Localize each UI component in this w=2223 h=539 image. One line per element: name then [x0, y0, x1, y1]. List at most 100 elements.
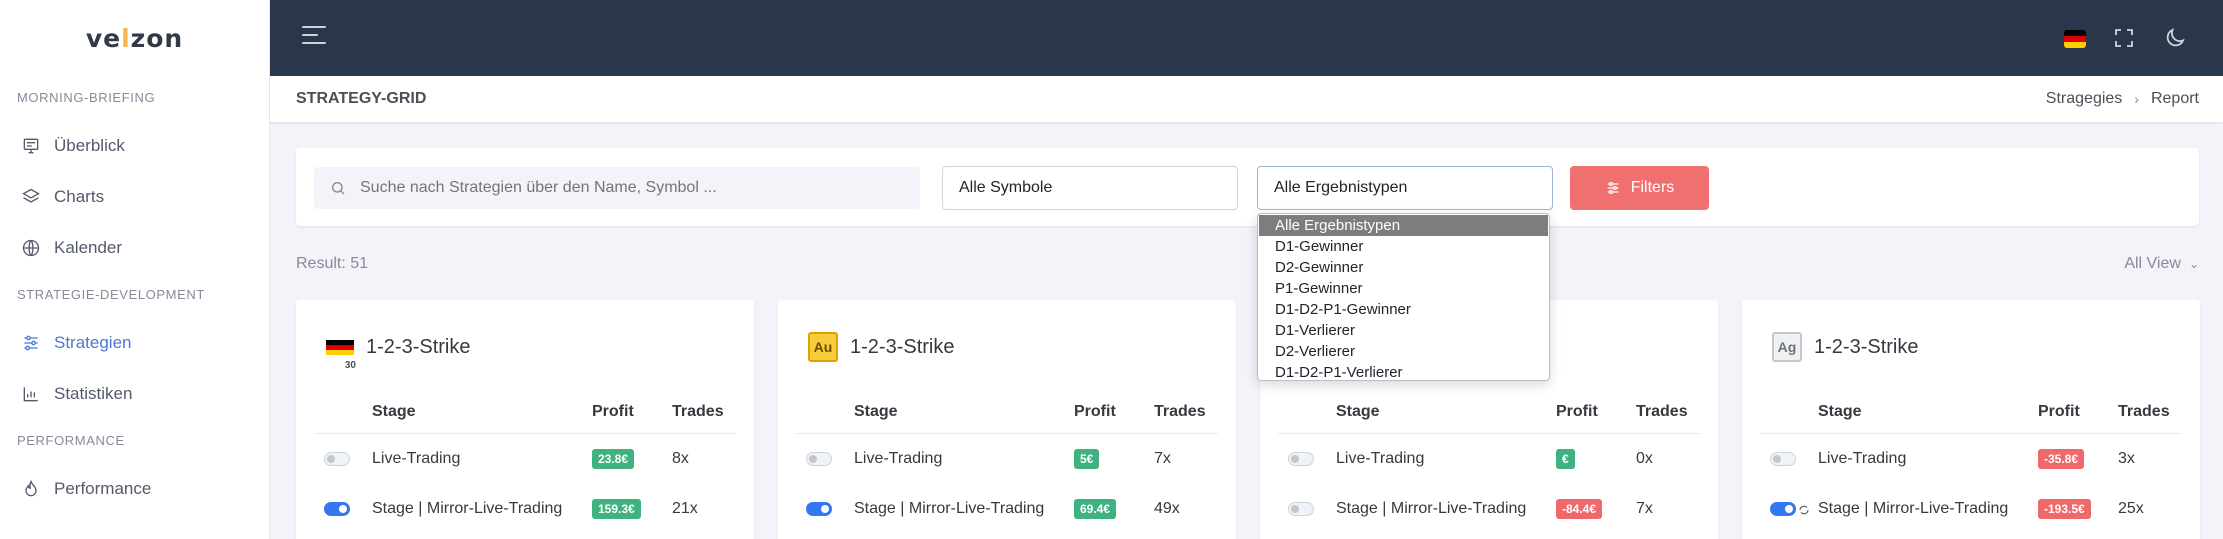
search-box[interactable]: [314, 167, 920, 209]
dropdown-option[interactable]: D1-Verlierer: [1259, 320, 1548, 341]
hamburger-menu-icon[interactable]: [302, 26, 326, 48]
breadcrumb: Stragegies › Report: [2046, 90, 2199, 108]
search-input[interactable]: [360, 179, 900, 197]
result-type-select-value: Alle Ergebnistypen: [1274, 179, 1408, 196]
sidebar-item-label: Statistiken: [54, 383, 133, 403]
stage-name: Live-Trading: [372, 450, 461, 467]
german-flag-icon[interactable]: [2064, 30, 2086, 48]
page-title-bar: STRATEGY-GRID Stragegies › Report: [270, 76, 2223, 122]
filter-card: Alle Symbole Alle Ergebnistypen Filters: [296, 148, 2199, 226]
stage-toggle[interactable]: [806, 502, 832, 516]
stage-toggle[interactable]: [324, 452, 350, 466]
result-count: Result: 51: [296, 255, 369, 272]
table-row: Stage | Mirror-Live-Trading 159.3€ 21x: [314, 484, 736, 534]
dark-mode-moon-icon[interactable]: [2163, 26, 2187, 50]
stage-toggle[interactable]: [806, 452, 832, 466]
stage-table: Stage Profit Trades Live-Trading -35.8€ …: [1760, 390, 2182, 534]
sidebar-item-charts[interactable]: Charts: [0, 171, 269, 222]
stage-name: Stage | Mirror-Live-Trading: [1818, 500, 2009, 517]
stage-toggle[interactable]: [1770, 452, 1796, 466]
table-row: Live-Trading 5€ 7x: [796, 434, 1218, 484]
trades-count: 49x: [1154, 500, 1180, 517]
trades-count: 21x: [672, 500, 698, 517]
dropdown-option[interactable]: Alle Ergebnistypen: [1259, 215, 1548, 236]
trades-count: 25x: [2118, 500, 2144, 517]
menu-title-performance: PERFORMANCE: [17, 433, 125, 448]
filters-button[interactable]: Filters: [1570, 166, 1709, 210]
table-row: Stage | Mirror-Live-Trading -84.4€ 7x: [1278, 484, 1700, 534]
view-label: All View: [2124, 255, 2181, 272]
strategy-card[interactable]: Ag 1-2-3-Strike Stage Profit Trades Live…: [1742, 300, 2200, 539]
sidebar-item-kalender[interactable]: Kalender: [0, 222, 269, 273]
profit-badge: €: [1556, 449, 1575, 469]
symbol-select-value: Alle Symbole: [959, 179, 1053, 196]
globe-icon: [20, 237, 42, 259]
dropdown-option[interactable]: D1-D2-P1-Verlierer: [1259, 362, 1548, 383]
layers-icon: [20, 186, 42, 208]
profit-badge: 69.4€: [1074, 499, 1117, 519]
profit-badge: 5€: [1074, 449, 1100, 469]
stage-name: Stage | Mirror-Live-Trading: [372, 500, 563, 517]
chart-icon: [20, 383, 42, 405]
sidebar-item-statistiken[interactable]: Statistiken: [0, 368, 269, 419]
sidebar-item-label: Charts: [54, 186, 105, 206]
chevron-right-icon: ›: [2134, 91, 2139, 107]
chevron-down-icon: ⌄: [2188, 257, 2199, 271]
stage-table: Stage Profit Trades Live-Trading 5€ 7x S…: [796, 390, 1218, 534]
symbol-select[interactable]: Alle Symbole: [942, 166, 1238, 210]
card-title: 1-2-3-Strike: [366, 335, 471, 358]
sidebar-item-performance[interactable]: Performance: [0, 463, 269, 514]
card-header: Ag 1-2-3-Strike: [1772, 332, 1918, 362]
table-row: Stage | Mirror-Live-Trading 69.4€ 49x: [796, 484, 1218, 534]
strategy-card[interactable]: 30 1-2-3-Strike Stage Profit Trades Live…: [296, 300, 754, 539]
dropdown-option[interactable]: D1-Gewinner: [1259, 236, 1548, 257]
stage-toggle[interactable]: [1288, 452, 1314, 466]
result-type-select[interactable]: Alle Ergebnistypen: [1257, 166, 1553, 210]
logo-text: velzon: [85, 23, 184, 53]
trades-count: 3x: [2118, 450, 2135, 467]
logo[interactable]: velzon: [0, 0, 269, 76]
dropdown-option[interactable]: P1-Gewinner: [1259, 278, 1548, 299]
silver-symbol-icon: Ag: [1772, 332, 1802, 362]
dropdown-option[interactable]: D2-Verlierer: [1259, 341, 1548, 362]
sidebar-item-ueberblick[interactable]: Überblick: [0, 120, 269, 171]
result-type-dropdown-list: Alle Ergebnistypen D1-Gewinner D2-Gewinn…: [1257, 213, 1550, 381]
table-header: Stage Profit Trades: [314, 390, 736, 434]
profit-badge: -84.4€: [1556, 499, 1603, 519]
stage-name: Live-Trading: [1818, 450, 1907, 467]
stage-name: Live-Trading: [854, 450, 943, 467]
stage-table: Stage Profit Trades Live-Trading € 0x St…: [1278, 390, 1700, 534]
sidebar: velzon MORNING-BRIEFING Überblick Charts…: [0, 0, 270, 539]
stage-toggle[interactable]: [1770, 502, 1796, 516]
table-row: Stage | Mirror-Live-Trading -193.5€ 25x: [1760, 484, 2182, 534]
stage-table: Stage Profit Trades Live-Trading 23.8€ 8…: [314, 390, 736, 534]
sidebar-item-label: Überblick: [54, 135, 125, 155]
search-icon: [332, 182, 345, 195]
trades-count: 7x: [1636, 500, 1653, 517]
breadcrumb-item: Report: [2150, 90, 2199, 107]
view-dropdown[interactable]: All View ⌄: [2124, 255, 2199, 273]
dropdown-option[interactable]: D2-Gewinner: [1259, 257, 1548, 278]
profit-badge: 23.8€: [592, 449, 635, 469]
stage-toggle[interactable]: [1288, 502, 1314, 516]
profit-badge: -193.5€: [2038, 499, 2091, 519]
dropdown-option[interactable]: D1-D2-P1-Gewinner: [1259, 299, 1548, 320]
card-title: 1-2-3-Strike: [850, 335, 955, 358]
breadcrumb-item[interactable]: Stragegies: [2046, 90, 2123, 108]
profit-badge: -35.8€: [2038, 449, 2085, 469]
table-row: Live-Trading 23.8€ 8x: [314, 434, 736, 484]
page-title: STRATEGY-GRID: [296, 90, 427, 107]
table-header: Stage Profit Trades: [1278, 390, 1700, 434]
gold-symbol-icon: Au: [808, 332, 838, 362]
sidebar-item-label: Strategien: [54, 332, 132, 352]
fullscreen-icon[interactable]: [2112, 26, 2136, 50]
stage-toggle[interactable]: [324, 502, 350, 516]
card-header: Au 1-2-3-Strike: [808, 332, 954, 362]
sliders-icon: [20, 332, 42, 354]
table-row: Live-Trading € 0x: [1278, 434, 1700, 484]
de30-flag-icon: 30: [326, 332, 356, 371]
strategy-card[interactable]: Au 1-2-3-Strike Stage Profit Trades Live…: [778, 300, 1236, 539]
table-header: Stage Profit Trades: [796, 390, 1218, 434]
stage-name: Stage | Mirror-Live-Trading: [1336, 500, 1527, 517]
sidebar-item-strategien[interactable]: Strategien: [0, 317, 269, 368]
